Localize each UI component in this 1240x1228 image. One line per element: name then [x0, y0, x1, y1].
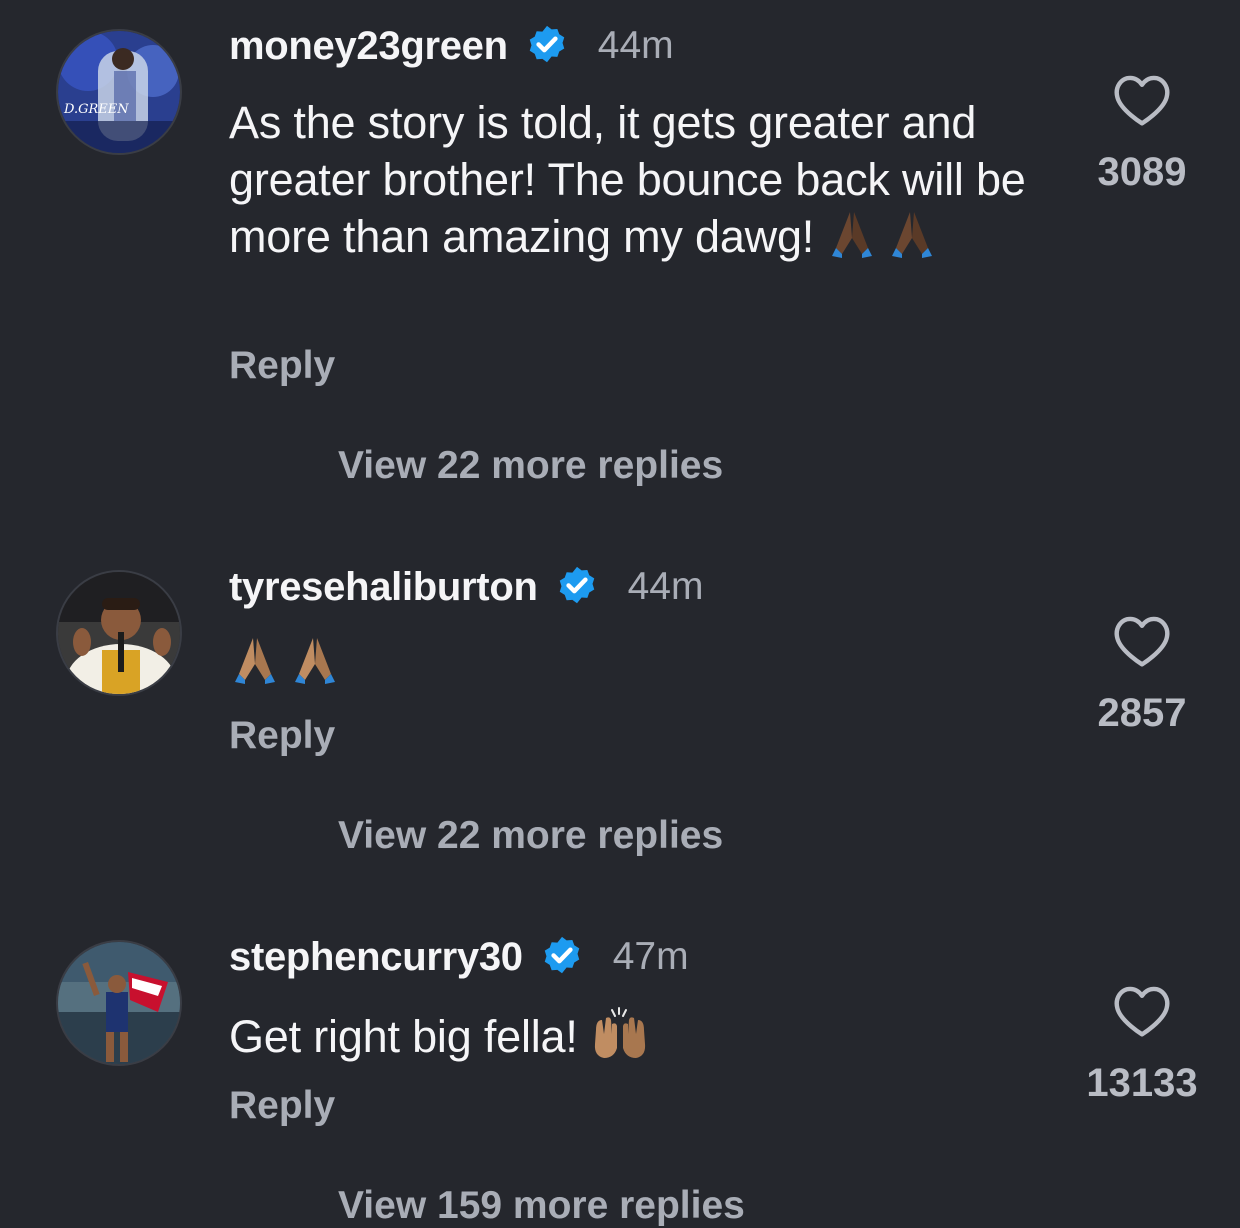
comment-header: tyresehaliburton 44m — [229, 562, 703, 612]
avatar-image: D.GREEN — [58, 31, 180, 153]
folded-hands-icon — [235, 638, 275, 684]
avatar-image — [58, 572, 180, 694]
avatar-image — [58, 942, 180, 1064]
comment-text: Get right big fella! — [229, 1004, 1029, 1065]
heart-icon[interactable] — [1112, 614, 1172, 668]
username[interactable]: money23green — [229, 24, 508, 69]
timestamp: 47m — [612, 935, 689, 978]
timestamp: 44m — [597, 24, 674, 67]
view-more-replies-button[interactable]: View 159 more replies — [338, 1184, 745, 1228]
verified-badge-icon — [559, 566, 594, 604]
comment-header: stephencurry30 47m — [229, 932, 689, 982]
folded-hands-icon — [832, 212, 873, 258]
comment-text-content: Get right big fella! — [229, 1011, 578, 1062]
username[interactable]: tyresehaliburton — [229, 565, 538, 610]
comment-text: As the story is told, it gets greater an… — [229, 94, 1029, 265]
reply-button[interactable]: Reply — [229, 1084, 335, 1128]
view-more-replies-button[interactable]: View 22 more replies — [338, 814, 723, 858]
verified-badge-icon — [544, 936, 579, 974]
raising-hands-icon — [594, 1007, 646, 1058]
reply-button[interactable]: Reply — [229, 714, 335, 758]
avatar-text: D.GREEN — [63, 102, 129, 117]
comment-header: money23green 44m — [229, 21, 674, 71]
username[interactable]: stephencurry30 — [229, 935, 523, 980]
like-count: 3089 — [1097, 150, 1187, 194]
avatar[interactable] — [56, 940, 182, 1066]
comment-text — [229, 634, 1029, 691]
like-count: 13133 — [1086, 1061, 1198, 1105]
reply-button[interactable]: Reply — [229, 344, 335, 388]
like-count: 2857 — [1097, 691, 1187, 735]
avatar[interactable]: D.GREEN — [56, 29, 182, 155]
folded-hands-icon — [295, 638, 335, 684]
folded-hands-icon — [892, 212, 933, 258]
heart-icon[interactable] — [1112, 984, 1172, 1038]
timestamp: 44m — [627, 565, 704, 608]
heart-icon[interactable] — [1112, 73, 1172, 127]
verified-badge-icon — [529, 25, 564, 63]
avatar[interactable] — [56, 570, 182, 696]
view-more-replies-button[interactable]: View 22 more replies — [338, 444, 723, 488]
